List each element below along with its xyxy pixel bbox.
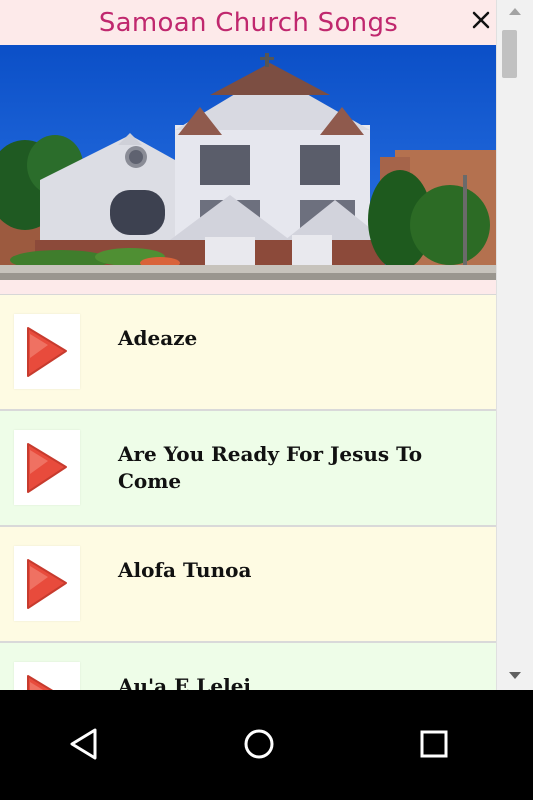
play-icon <box>27 327 67 377</box>
vertical-scrollbar[interactable] <box>496 0 533 690</box>
song-title: Are You Ready For Jesus To Come <box>118 442 423 493</box>
song-list: Adeaze Are You Ready For Jesus To Come A… <box>0 295 497 690</box>
scrollbar-thumb[interactable] <box>502 30 517 78</box>
close-button[interactable] <box>469 8 493 32</box>
play-thumbnail[interactable] <box>14 314 80 389</box>
app-screen: Samoan Church Songs Adeaze Are You Ready… <box>0 0 533 690</box>
play-icon <box>27 559 67 609</box>
recents-button[interactable] <box>404 714 464 774</box>
song-item[interactable]: Alofa Tunoa <box>0 527 497 643</box>
scroll-up-arrow-icon[interactable] <box>509 8 521 15</box>
play-icon <box>27 443 67 493</box>
scroll-down-arrow-icon[interactable] <box>509 672 521 679</box>
song-title: Adeaze <box>118 326 198 350</box>
play-thumbnail[interactable] <box>14 546 80 621</box>
back-button[interactable] <box>55 714 115 774</box>
home-icon <box>244 729 274 759</box>
play-thumbnail[interactable] <box>14 662 80 690</box>
home-button[interactable] <box>229 714 289 774</box>
app-header: Samoan Church Songs <box>0 0 497 46</box>
play-thumbnail[interactable] <box>14 430 80 505</box>
song-title: Au'a E Lelei <box>118 674 252 690</box>
app-title: Samoan Church Songs <box>98 7 399 38</box>
song-item[interactable]: Adeaze <box>0 295 497 411</box>
song-item[interactable]: Are You Ready For Jesus To Come <box>0 411 497 527</box>
song-title: Alofa Tunoa <box>118 558 252 582</box>
church-banner-image <box>0 45 497 280</box>
play-icon <box>27 675 54 690</box>
recents-icon <box>420 730 448 758</box>
song-item[interactable]: Au'a E Lelei <box>0 643 497 690</box>
close-icon <box>472 11 490 29</box>
system-navigation-bar <box>0 690 533 800</box>
back-icon <box>70 728 97 760</box>
banner-divider <box>0 280 497 295</box>
